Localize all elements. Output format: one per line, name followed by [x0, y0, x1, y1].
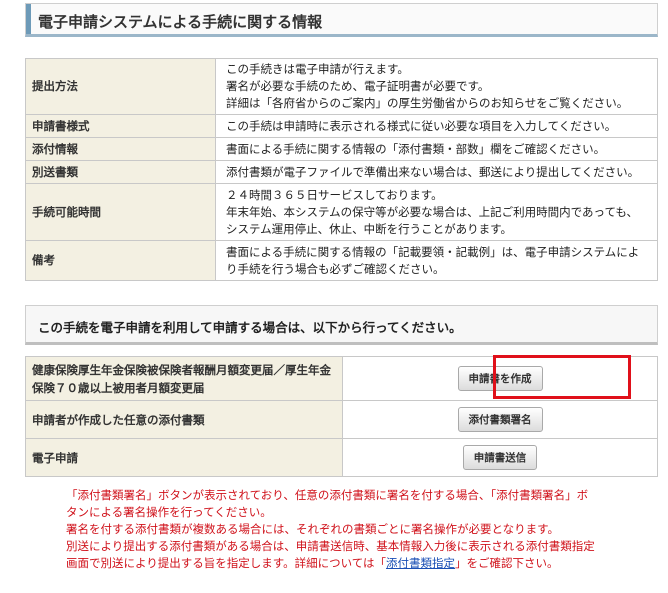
value-line: り手続を行う場合も必ずご確認ください。 — [226, 261, 445, 276]
value-line: この手続は申請時に表示される様式に従い必要な項目を入力してください。 — [226, 118, 617, 133]
row-value: この手続きは電子申請が行えます。 署名が必要な手続のため、電子証明書が必要です。… — [215, 58, 658, 115]
note-text: 」をご確認下さい。 — [455, 556, 559, 570]
table-row: 電子申請 申請書送信 — [25, 438, 658, 477]
action-label: 電子申請 — [25, 438, 343, 477]
procedure-info-table: 提出方法 この手続きは電子申請が行えます。 署名が必要な手続のため、電子証明書が… — [25, 58, 658, 281]
value-line: システム運用停止、休止、中断を行うことがあります。 — [226, 221, 513, 236]
row-value: 書面による手続に関する情報の「添付書類・部数」欄をご確認ください。 — [215, 137, 658, 161]
table-row: 健康保険厚生年金保険被保険者報酬月額変更届／厚生年金保険７０歳以上被用者月額変更… — [25, 356, 658, 401]
note-line: 別送により提出する添付書類がある場合は、申請書送信時、基本情報入力後に表示される… — [66, 539, 595, 553]
application-actions-table: 健康保険厚生年金保険被保険者報酬月額変更届／厚生年金保険７０歳以上被用者月額変更… — [25, 356, 658, 477]
table-row: 別送書類 添付書類が電子ファイルで準備出来ない場合は、郵送により提出してください… — [25, 160, 658, 184]
value-line: ２４時間３６５日サービスしております。 — [226, 187, 443, 202]
send-application-button[interactable]: 申請書送信 — [462, 445, 538, 470]
sign-attachment-button[interactable]: 添付書類署名 — [457, 407, 543, 432]
row-label: 備考 — [25, 240, 216, 281]
value-line: 署名が必要な手続のため、電子証明書が必要です。 — [226, 79, 490, 93]
note-text: 画面で別送により提出する旨を指定します。詳細については「 — [66, 556, 387, 570]
row-value: 書面による手続に関する情報の「記載要領・記載例」は、電子申請システムによ り手続… — [215, 240, 658, 281]
value-line: 書面による手続に関する情報の「添付書類・部数」欄をご確認ください。 — [226, 141, 606, 156]
action-cell: 添付書類署名 — [342, 400, 658, 439]
row-value: 添付書類が電子ファイルで準備出来ない場合は、郵送により提出してください。 — [215, 160, 658, 184]
table-row: 申請者が作成した任意の添付書類 添付書類署名 — [25, 400, 658, 439]
action-cell: 申請書送信 — [342, 438, 658, 477]
note-line: 署名を付する添付書類が複数ある場合には、それぞれの書類ごとに署名操作が必要となり… — [66, 522, 559, 536]
note-line: 「添付書類署名」ボタンが表示されており、任意の添付書類に署名を付する場合、「添付… — [66, 488, 589, 502]
usage-notes: 「添付書類署名」ボタンが表示されており、任意の添付書類に署名を付する場合、「添付… — [66, 487, 626, 572]
value-line: 添付書類が電子ファイルで準備出来ない場合は、郵送により提出してください。 — [226, 164, 640, 179]
row-label: 別送書類 — [25, 160, 216, 184]
table-row: 手続可能時間 ２４時間３６５日サービスしております。 年末年始、本システムの保守… — [25, 183, 658, 241]
note-line: 画面で別送により提出する旨を指定します。詳細については「添付書類指定」をご確認下… — [66, 555, 626, 572]
row-value: ２４時間３６５日サービスしております。 年末年始、本システムの保守等が必要な場合… — [215, 183, 658, 241]
page-title: 電子申請システムによる手続に関する情報 — [38, 13, 323, 31]
value-line: 詳細は「各府省からのご案内」の厚生労働省からのお知らせをご覧ください。 — [226, 96, 629, 110]
value-line: この手続きは電子申請が行えます。 — [226, 62, 409, 76]
table-row: 申請書様式 この手続は申請時に表示される様式に従い必要な項目を入力してください。 — [25, 114, 658, 138]
table-row: 備考 書面による手続に関する情報の「記載要領・記載例」は、電子申請システムによ … — [25, 240, 658, 281]
row-label: 手続可能時間 — [25, 183, 216, 241]
attachment-designation-link[interactable]: 添付書類指定 — [386, 556, 455, 570]
action-label: 健康保険厚生年金保険被保険者報酬月額変更届／厚生年金保険７０歳以上被用者月額変更… — [25, 356, 343, 401]
header-accent-bar — [26, 4, 31, 34]
row-label: 申請書様式 — [25, 114, 216, 138]
row-label: 提出方法 — [25, 58, 216, 115]
table-row: 添付情報 書面による手続に関する情報の「添付書類・部数」欄をご確認ください。 — [25, 137, 658, 161]
row-label: 添付情報 — [25, 137, 216, 161]
value-line: 書面による手続に関する情報の「記載要領・記載例」は、電子申請システムによ — [226, 244, 640, 259]
notice-text: この手続を電子申請を利用して申請する場合は、以下から行ってください。 — [38, 320, 462, 335]
electronic-application-notice: この手続を電子申請を利用して申請する場合は、以下から行ってください。 — [25, 305, 658, 345]
table-row: 提出方法 この手続きは電子申請が行えます。 署名が必要な手続のため、電子証明書が… — [25, 58, 658, 115]
note-line: タンによる署名操作を行ってください。 — [66, 505, 272, 519]
value-line: 年末年始、本システムの保守等が必要な場合は、上記ご利用時間内であっても、 — [226, 204, 639, 219]
create-application-button[interactable]: 申請書を作成 — [457, 366, 543, 391]
section-header: 電子申請システムによる手続に関する情報 — [25, 3, 658, 37]
action-cell: 申請書を作成 — [342, 356, 658, 401]
row-value: この手続は申請時に表示される様式に従い必要な項目を入力してください。 — [215, 114, 658, 138]
action-label: 申請者が作成した任意の添付書類 — [25, 400, 343, 439]
